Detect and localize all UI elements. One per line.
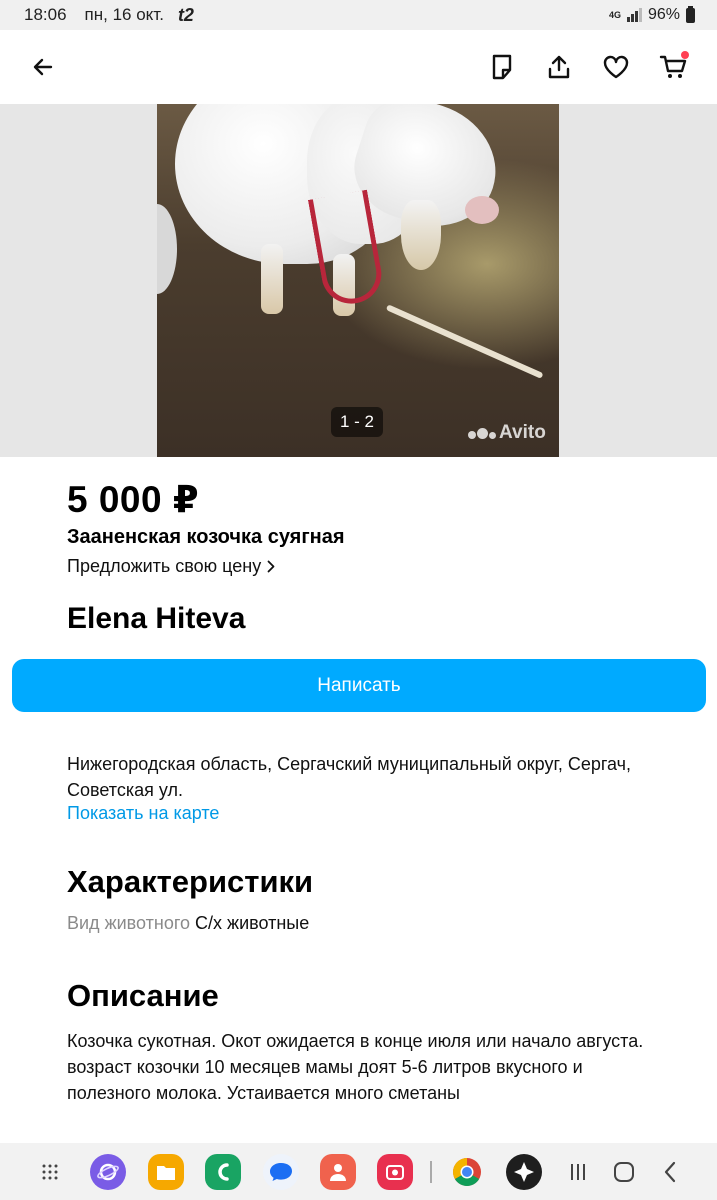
screen-recorder-button[interactable] [377, 1154, 413, 1190]
home-icon [614, 1162, 634, 1182]
status-bar: 18:06 пн, 16 окт. t2 4G 96% [0, 0, 717, 30]
recents-button[interactable] [560, 1154, 596, 1190]
characteristic-value: С/х животные [195, 913, 310, 933]
my-files-button[interactable] [148, 1154, 184, 1190]
phone-button[interactable] [205, 1154, 241, 1190]
status-date: пн, 16 окт. [84, 5, 164, 24]
offer-price-link[interactable]: Предложить свою цену [67, 556, 275, 577]
offer-price-label: Предложить свою цену [67, 556, 262, 576]
back-arrow-icon [33, 58, 53, 76]
listing-price: 5 000 ₽ [67, 479, 200, 520]
photo-counter: 1 - 2 [331, 407, 383, 437]
recents-icon [571, 1164, 585, 1180]
cart-button[interactable] [655, 49, 691, 85]
signal-icon [626, 8, 642, 22]
samsung-internet-icon [97, 1163, 119, 1181]
share-icon [548, 55, 570, 79]
messages-icon [270, 1163, 292, 1181]
nav-back-button[interactable] [652, 1154, 688, 1190]
camera-aperture-icon [514, 1162, 534, 1182]
battery-icon [686, 5, 695, 23]
note-icon [492, 54, 512, 80]
status-time: 18:06 [24, 5, 67, 24]
avito-logo-icon [468, 427, 496, 439]
camera-aperture-button[interactable] [506, 1154, 542, 1190]
share-button[interactable] [541, 49, 577, 85]
photo-gallery[interactable] [0, 104, 717, 457]
heart-icon [603, 55, 629, 79]
description-text: Козочка сукотная. Окот ожидается в конце… [67, 1031, 644, 1103]
characteristic-row: Вид животного С/х животные [67, 913, 309, 934]
samsung-internet-button[interactable] [90, 1154, 126, 1190]
listing-photo[interactable] [157, 104, 559, 457]
description-heading: Описание [67, 978, 219, 1013]
cart-badge [681, 51, 689, 59]
network-type-icon: 4G [608, 9, 621, 20]
seller-name[interactable]: Elena Hiteva [67, 602, 245, 636]
contacts-button[interactable] [320, 1154, 356, 1190]
battery-percent: 96% [647, 6, 680, 23]
chevron-right-icon [267, 560, 275, 573]
chrome-icon [453, 1158, 481, 1186]
characteristics-heading: Характеристики [67, 864, 314, 899]
write-message-button[interactable]: Написать [12, 659, 706, 712]
phone-icon [218, 1163, 229, 1181]
listing-title: Зааненская козочка суягная [67, 526, 345, 548]
status-indicators: 4G 96% [608, 5, 695, 24]
back-button[interactable] [25, 49, 61, 85]
carrier-logo: t2 [177, 4, 194, 25]
app-bar [0, 30, 717, 104]
back-icon [664, 1161, 676, 1183]
apps-grid-icon [42, 1164, 58, 1180]
taskbar-divider [430, 1161, 432, 1183]
messages-button[interactable] [263, 1154, 299, 1190]
note-button[interactable] [484, 49, 520, 85]
chrome-button[interactable] [449, 1154, 485, 1190]
show-on-map-link[interactable]: Показать на карте [67, 803, 219, 824]
apps-grid-button[interactable] [32, 1154, 68, 1190]
listing-address: Нижегородская область, Сергачский муници… [67, 754, 632, 800]
screen-recorder-icon [386, 1165, 404, 1180]
characteristic-key: Вид животного [67, 913, 191, 933]
contacts-icon [330, 1164, 346, 1181]
favorite-button[interactable] [598, 49, 634, 85]
home-button[interactable] [606, 1154, 642, 1190]
system-taskbar [0, 1143, 717, 1200]
my-files-icon [157, 1166, 175, 1180]
avito-watermark: Avito [468, 422, 546, 444]
